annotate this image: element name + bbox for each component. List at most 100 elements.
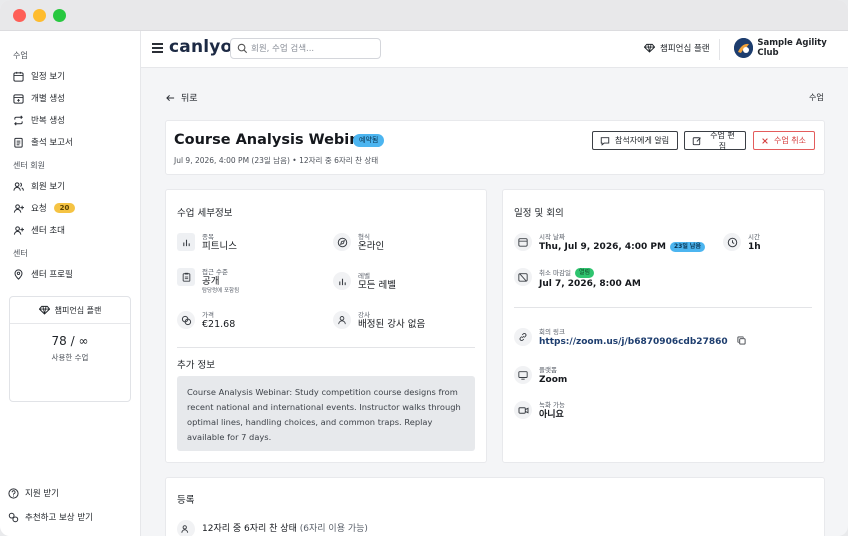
users-icon: [13, 181, 24, 191]
field-value: 피트니스: [202, 241, 237, 252]
sidebar-item-schedule[interactable]: 일정 보기: [13, 68, 65, 84]
back-label: 뒤로: [181, 94, 198, 104]
classes-used-count: 78 / ∞: [51, 334, 89, 348]
sidebar-item-attendance-report[interactable]: 출석 보고서: [13, 134, 73, 150]
field-instructor: 강사 배정된 강사 없음: [333, 311, 425, 331]
sidebar: 수업 일정 보기 개별 생성 반복 생성 출석 보고서 센터 회원 회원 보기 …: [0, 31, 141, 536]
clock-icon: [723, 233, 741, 251]
repeat-icon: [14, 115, 23, 125]
field-recording: 녹화 가능 아니요: [514, 401, 565, 421]
field-label: 플랫폼: [539, 366, 557, 374]
sidebar-item-members[interactable]: 회원 보기: [13, 178, 65, 194]
field-cancel-deadline: 취소 마감일 열림 Jul 7, 2026, 8:00 AM: [514, 268, 641, 290]
back-link[interactable]: 뒤로: [166, 91, 198, 104]
search-icon: [237, 43, 248, 54]
field-value: 온라인: [358, 241, 385, 252]
minimize-window-button[interactable]: [33, 9, 46, 22]
menu-icon[interactable]: [152, 43, 163, 53]
field-label: 녹화 가능: [539, 401, 565, 409]
search-box[interactable]: [230, 38, 381, 59]
message-icon: [600, 136, 610, 146]
topbar-divider: [719, 39, 720, 60]
classes-used-label: 사용한 수업: [51, 353, 89, 362]
field-value: 배정된 강사 없음: [358, 319, 426, 330]
sidebar-section-members: 센터 회원: [13, 161, 45, 170]
search-input[interactable]: [251, 41, 376, 56]
maximize-window-button[interactable]: [53, 9, 66, 22]
notify-attendees-button[interactable]: 참석자에게 알림: [592, 131, 678, 150]
calendar-plus-icon: [13, 93, 24, 104]
field-label: 시간: [748, 233, 760, 241]
club-logo: [734, 38, 754, 58]
app-window: canlyo 챔피언십 플랜 Sample Agility Club 수업 일정…: [0, 0, 848, 536]
sidebar-item-label: 요청: [31, 204, 47, 214]
field-value: 공개: [202, 276, 220, 287]
sidebar-item-center-profile[interactable]: 센터 프로필: [13, 266, 73, 282]
calendar-icon: [13, 71, 24, 82]
plan-card-header[interactable]: 챔피언십 플랜: [10, 297, 130, 324]
field-access: 접근 수준 공개 탐당렁에 포함됨: [177, 268, 239, 295]
notify-attendees-label: 참석자에게 알림: [615, 136, 670, 145]
sidebar-item-label: 출석 보고서: [31, 138, 73, 148]
users-icon: [177, 520, 195, 536]
diamond-icon: [644, 43, 655, 53]
copy-icon[interactable]: [737, 336, 746, 345]
field-format: 형식 온라인: [333, 233, 384, 253]
sidebar-section-classes: 수업: [13, 51, 28, 60]
close-window-button[interactable]: [13, 9, 26, 22]
meeting-link[interactable]: https://zoom.us/j/b6870906cdb27860: [539, 337, 728, 347]
plan-card-title: 챔피언십 플랜: [54, 305, 102, 315]
breadcrumb[interactable]: 수업: [809, 92, 824, 103]
gift-icon: [8, 512, 19, 522]
sidebar-item-label: 반복 생성: [31, 116, 65, 126]
cancel-class-label: 수업 취소: [774, 136, 806, 145]
sidebar-item-requests[interactable]: 요청 20: [13, 200, 76, 216]
details-card-title: 수업 세부정보: [177, 208, 233, 219]
app-logo[interactable]: canlyo: [169, 37, 232, 57]
link-icon: [514, 328, 532, 346]
field-value: 모든 레벨: [358, 280, 396, 291]
field-label: 가격: [202, 311, 214, 319]
field-label: 종목: [202, 233, 214, 241]
diamond-icon: [38, 305, 50, 315]
user-plus-icon: [13, 203, 24, 213]
sidebar-item-create-single[interactable]: 개별 생성: [13, 90, 65, 106]
field-level: 레벨 모든 레벨: [333, 272, 396, 292]
user-icon: [333, 311, 351, 329]
close-icon: [762, 137, 768, 144]
sidebar-item-label: 센터 프로필: [31, 270, 73, 280]
cancel-class-button[interactable]: 수업 취소: [753, 131, 815, 150]
field-label: 접근 수준: [202, 268, 228, 276]
support-label: 지원 받기: [25, 489, 59, 499]
map-pin-icon: [14, 268, 23, 280]
calendar-off-icon: [514, 268, 532, 286]
sidebar-item-label: 회원 보기: [31, 182, 65, 192]
monitor-icon: [514, 366, 532, 384]
sidebar-item-create-recurring[interactable]: 반복 생성: [13, 112, 65, 128]
registration-title: 등록: [177, 495, 195, 506]
refer-link[interactable]: 추천하고 보상 받기: [8, 511, 93, 523]
schedule-card: [502, 189, 825, 463]
video-icon: [514, 401, 532, 419]
registration-available: (6자리 이용 가능): [299, 524, 368, 534]
sidebar-item-label: 센터 초대: [31, 226, 65, 236]
edit-class-button[interactable]: 수업 편집: [684, 131, 746, 151]
window-titlebar: [0, 0, 848, 31]
plan-link[interactable]: 챔피언십 플랜: [644, 42, 710, 54]
field-duration: 시간 1h: [723, 233, 761, 253]
section-divider: [177, 347, 475, 348]
help-circle-icon: [8, 487, 19, 499]
plan-usage-card: 챔피언십 플랜 78 / ∞ 사용한 수업: [9, 296, 131, 402]
support-link[interactable]: 지원 받기: [8, 487, 59, 499]
sidebar-item-label: 일정 보기: [31, 72, 65, 82]
field-type: 종목 피트니스: [177, 233, 237, 253]
field-label: 강사: [358, 311, 370, 319]
schedule-card-title: 일정 및 회의: [514, 208, 564, 219]
sidebar-section-center: 센터: [13, 249, 28, 258]
refer-label: 추천하고 보상 받기: [25, 513, 93, 523]
field-label: 회의 링크: [539, 328, 565, 336]
club-switcher[interactable]: Sample Agility Club: [734, 38, 848, 58]
field-value: 1h: [748, 242, 761, 252]
sidebar-item-invite[interactable]: 센터 초대: [13, 222, 65, 238]
club-name: Sample Agility Club: [757, 38, 827, 58]
